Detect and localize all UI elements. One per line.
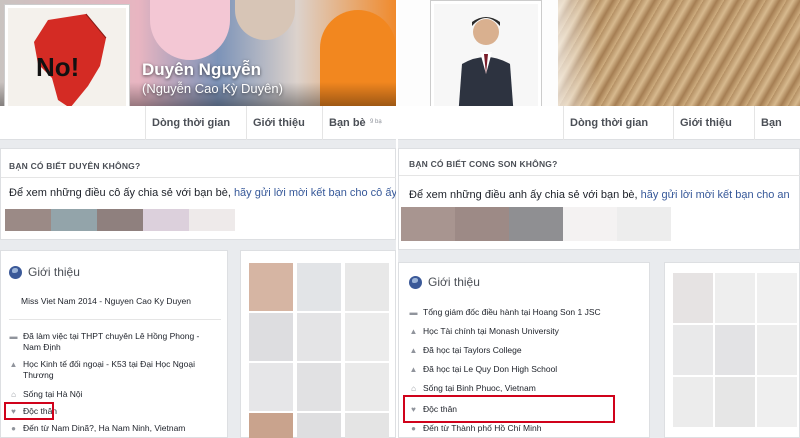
photo-thumb[interactable] <box>757 325 797 375</box>
intro-row-work: ▬ Đã làm việc tại THPT chuyên Lê Hồng Ph… <box>9 331 200 352</box>
intro-title: Giới thiệu <box>428 275 480 289</box>
photo-thumb[interactable] <box>345 413 389 438</box>
know-title: BẠN CÓ BIẾT DUYÊN KHÔNG? <box>9 161 141 171</box>
share-message: Để xem những điều cô ấy chia sẻ với bạn … <box>9 187 231 199</box>
intro-row-hometown: ● Đến từ Nam Dinã?, Ha Nam Ninh, Vietnam <box>9 423 219 434</box>
tab-friends-count: 9 bạ <box>370 119 382 125</box>
intro-row-study: ▲ Học Tài chính tại Monash University <box>409 326 559 336</box>
share-text: Để xem những điều cô ấy chia sẻ với bạn … <box>9 187 396 199</box>
globe-icon <box>409 275 422 289</box>
work-icon: ▬ <box>409 308 418 317</box>
intro-header: Giới thiệu <box>409 275 480 289</box>
intro-header: Giới thiệu <box>9 265 80 279</box>
intro-row-study: ▲ Đã học tại Taylors College <box>409 345 522 355</box>
add-friend-link[interactable]: hãy gửi lời mời kết bạn cho an <box>641 189 790 201</box>
profile-name[interactable]: Duyên Nguyễn <box>142 60 261 80</box>
profile-tabs: Dòng thời gian Giới thiệu Bạn bè 9 bạ <box>0 106 396 140</box>
study-icon: ▲ <box>9 360 18 369</box>
study-icon: ▲ <box>409 365 418 374</box>
profile-tabs: Dòng thời gian Giới thiệu Bạn bè <box>398 106 800 163</box>
photo-thumb[interactable] <box>673 273 713 323</box>
tab-about[interactable]: Giới thiệu <box>673 106 738 140</box>
friend-thumb[interactable] <box>455 207 509 241</box>
photos-card <box>664 262 800 438</box>
know-card: BẠN CÓ BIẾT DUYÊN KHÔNG? Để xem những đi… <box>0 148 396 240</box>
person-icon <box>458 17 514 118</box>
photo-thumb[interactable] <box>757 273 797 323</box>
photo-thumb[interactable] <box>757 377 797 427</box>
intro-row-study: ▲ Học Kinh tế đối ngoại - K53 tại Đại Họ… <box>9 359 195 380</box>
intro-row-home: ⌂ Sống tại Hà Nội <box>9 389 219 400</box>
friend-thumb[interactable] <box>51 209 97 231</box>
photo-thumb[interactable] <box>297 263 341 311</box>
globe-icon <box>9 265 22 279</box>
photo-thumb[interactable] <box>297 313 341 361</box>
photo-thumb[interactable] <box>715 273 755 323</box>
tab-friends[interactable]: Bạn bè <box>754 106 800 163</box>
photo-thumb[interactable] <box>345 363 389 411</box>
intro-title: Giới thiệu <box>28 265 80 279</box>
photo-thumb[interactable] <box>345 263 389 311</box>
photo-thumb[interactable] <box>249 413 293 438</box>
location-icon: ● <box>11 424 16 433</box>
tab-about[interactable]: Giới thiệu <box>246 106 311 140</box>
friend-thumb[interactable] <box>189 209 235 231</box>
study-icon: ▲ <box>409 327 418 336</box>
tab-timeline[interactable]: Dòng thời gian <box>145 106 236 140</box>
photo-thumb[interactable] <box>345 313 389 361</box>
intro-row-work: ▬ Tổng giám đốc điều hành tại Hoang Son … <box>409 307 601 317</box>
know-card: BẠN CÓ BIẾT CONG SON KHÔNG? Để xem những… <box>398 148 800 250</box>
study-icon: ▲ <box>409 346 418 355</box>
location-icon: ● <box>411 424 416 433</box>
right-profile-screenshot: Dòng thời gian Giới thiệu Bạn bè BẠN CÓ … <box>398 0 800 438</box>
photo-thumb[interactable] <box>249 313 293 361</box>
friend-thumb[interactable] <box>5 209 51 231</box>
friend-thumb[interactable] <box>563 207 617 241</box>
photo-thumb[interactable] <box>673 325 713 375</box>
intro-card: Giới thiệu ▬ Tổng giám đốc điều hành tại… <box>398 262 650 438</box>
photo-thumb[interactable] <box>249 363 293 411</box>
profile-alt-name: (Nguyễn Cao Kỳ Duyên) <box>142 81 283 96</box>
intro-headline: Miss Viet Nam 2014 - Nguyen Cao Ky Duyen <box>21 296 191 306</box>
share-text: Để xem những điều anh ấy chia sẻ với bạn… <box>409 189 790 201</box>
avatar-text: No! <box>36 52 80 82</box>
home-icon: ⌂ <box>411 384 416 393</box>
left-profile-screenshot: No! Duyên Nguyễn (Nguyễn Cao Kỳ Duyên) D… <box>0 0 396 438</box>
home-icon: ⌂ <box>11 390 16 399</box>
profile-avatar[interactable] <box>430 0 542 122</box>
friend-thumb[interactable] <box>143 209 189 231</box>
work-icon: ▬ <box>9 332 18 341</box>
friend-thumb[interactable] <box>617 207 671 241</box>
friend-thumb[interactable] <box>509 207 563 241</box>
friend-thumb[interactable] <box>97 209 143 231</box>
add-friend-link[interactable]: hãy gửi lời mời kết bạn cho cô ấy. <box>234 187 396 199</box>
share-message: Để xem những điều anh ấy chia sẻ với bạn… <box>409 189 638 201</box>
photo-thumb[interactable] <box>715 377 755 427</box>
photo-thumb[interactable] <box>297 413 341 438</box>
know-title: BẠN CÓ BIẾT CONG SON KHÔNG? <box>409 159 558 169</box>
tab-friends[interactable]: Bạn bè <box>322 106 372 140</box>
tab-timeline[interactable]: Dòng thời gian <box>563 106 654 140</box>
friend-thumb[interactable] <box>401 207 455 241</box>
intro-row-home: ⌂ Sống tại Binh Phuoc, Vietnam <box>409 383 536 394</box>
intro-row-hometown: ● Đến từ Thành phố Hồ Chí Minh <box>409 423 541 434</box>
intro-card: Giới thiệu Miss Viet Nam 2014 - Nguyen C… <box>0 250 228 438</box>
highlight-box <box>4 402 54 420</box>
photo-thumb[interactable] <box>249 263 293 311</box>
photo-thumb[interactable] <box>715 325 755 375</box>
photo-thumb[interactable] <box>297 363 341 411</box>
intro-row-study: ▲ Đã học tại Le Quy Don High School <box>409 364 558 374</box>
photos-card <box>240 250 396 438</box>
highlight-box <box>403 395 615 423</box>
photo-thumb[interactable] <box>673 377 713 427</box>
